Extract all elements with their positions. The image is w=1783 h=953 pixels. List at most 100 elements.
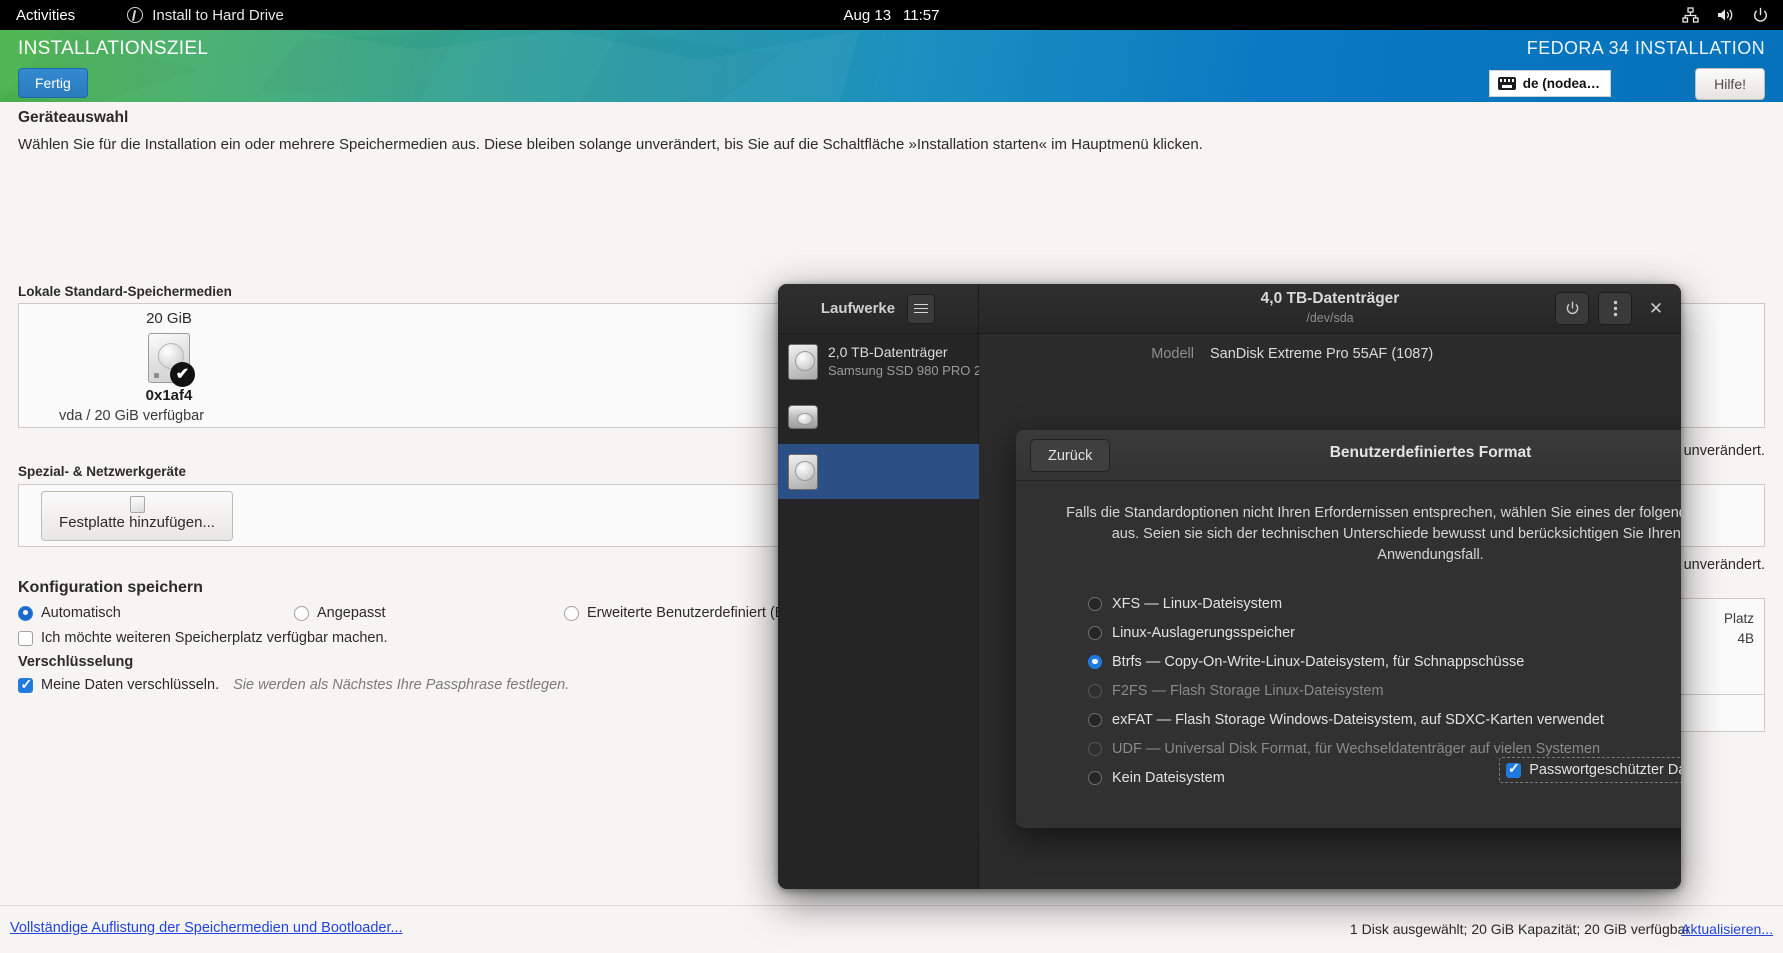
radio-advanced-custom[interactable]: Erweiterte Benutzerdefiniert (Bliv — [564, 605, 798, 621]
option-no-filesystem-indicator — [1088, 770, 1102, 785]
option-no-filesystem-label: Kein Dateisystem — [1112, 769, 1225, 786]
hard-disk-icon — [788, 453, 818, 490]
option-xfs-indicator — [1088, 596, 1102, 611]
checkbox-encrypt[interactable]: Meine Daten verschlüsseln. Sie werden al… — [18, 676, 570, 693]
anaconda-icon — [127, 7, 144, 23]
option-linux-swap[interactable]: Linux-Auslagerungsspeicher — [1088, 618, 1604, 647]
disks-headerbar: Laufwerke 4,0 TB-Datenträger /dev/sda ✕ — [778, 284, 1681, 334]
keyboard-icon — [1497, 77, 1516, 90]
local-disks-label: Lokale Standard-Speichermedien — [18, 284, 232, 299]
system-status-area[interactable] — [1682, 7, 1769, 24]
option-xfs[interactable]: XFS — Linux-Dateisystem — [1088, 589, 1604, 618]
drive-model-row: Modell SanDisk Extreme Pro 55AF (1087) — [979, 346, 1681, 362]
radio-custom-indicator — [294, 605, 309, 621]
special-devices-label: Spezial- & Netzwerkgeräte — [18, 464, 187, 479]
refresh-link[interactable]: Aktualisieren... — [1681, 921, 1773, 937]
checkbox-encrypt-label: Meine Daten verschlüsseln. — [41, 677, 220, 693]
option-linux-swap-indicator — [1088, 625, 1102, 640]
radio-advanced-custom-indicator — [564, 605, 579, 621]
option-exfat[interactable]: exFAT — Flash Storage Windows-Dateisyste… — [1088, 705, 1604, 734]
right-panel-line-1: Platz — [1723, 611, 1754, 626]
kebab-menu-icon[interactable] — [1598, 292, 1632, 325]
spoke-header: INSTALLATIONSZIEL Fertig FEDORA 34 INSTA… — [0, 30, 1783, 102]
app-menu-label: Install to Hard Drive — [152, 6, 284, 24]
add-disk-label: Festplatte hinzufügen... — [59, 514, 215, 531]
add-disk-icon — [129, 496, 145, 513]
hard-disk-icon — [788, 343, 818, 380]
optical-drive-icon — [788, 404, 818, 429]
disks-sidebar-title: Laufwerke — [820, 300, 896, 317]
keyboard-layout-indicator[interactable]: de (nodea… — [1488, 70, 1611, 97]
screen-root: Activities Install to Hard Drive Aug 13 … — [0, 0, 1783, 953]
radio-automatic[interactable]: Automatisch — [18, 605, 121, 621]
hamburger-icon[interactable] — [907, 293, 936, 324]
done-button[interactable]: Fertig — [18, 68, 88, 98]
format-dialog-title: Benutzerdefiniertes Format — [1329, 444, 1532, 461]
encrypt-hint: Sie werden als Nächstes Ihre Passphrase … — [233, 677, 570, 693]
power-icon[interactable] — [1752, 7, 1769, 24]
gnome-disks-window: Laufwerke 4,0 TB-Datenträger /dev/sda ✕ … — [778, 284, 1681, 889]
storage-config-label: Konfiguration speichern — [18, 579, 203, 596]
gnome-top-bar: Activities Install to Hard Drive Aug 13 … — [0, 0, 1783, 30]
checkbox-free-space[interactable]: Ich möchte weiteren Speicherplatz verfüg… — [18, 630, 388, 646]
volume-icon[interactable] — [1716, 7, 1735, 23]
disks-header-buttons: ✕ — [1555, 292, 1671, 325]
option-linux-swap-label: Linux-Auslagerungsspeicher — [1112, 624, 1295, 641]
disks-detail-pane: Modell SanDisk Extreme Pro 55AF (1087) Z… — [979, 334, 1681, 889]
close-icon[interactable]: ✕ — [1641, 294, 1671, 324]
keyboard-layout-label: de (nodea… — [1522, 76, 1600, 91]
activities-button[interactable]: Activities — [16, 7, 75, 24]
luks-checkbox-label: Passwortgeschützter Datenträger (LUKS) — [1529, 762, 1681, 778]
radio-automatic-label: Automatisch — [41, 605, 121, 621]
selection-summary: 1 Disk ausgewählt; 20 GiB Kapazität; 20 … — [1349, 921, 1690, 937]
list-item[interactable]: 2,0 TB-Datenträger Samsung SSD 980 PRO 2… — [778, 334, 998, 389]
disk-capacity: 20 GiB — [146, 310, 192, 327]
hard-disk-icon: ✔ — [145, 333, 195, 387]
option-f2fs-label: F2FS — Flash Storage Linux-Dateisystem — [1112, 682, 1384, 699]
disk-tile-vda[interactable]: 20 GiB ✔ 0x1af4 — [79, 310, 259, 404]
option-f2fs-indicator — [1088, 683, 1102, 698]
product-label: FEDORA 34 INSTALLATION — [1526, 38, 1765, 58]
option-xfs-label: XFS — Linux-Dateisystem — [1112, 595, 1283, 612]
drive-model-value: SanDisk Extreme Pro 55AF (1087) — [1210, 346, 1434, 362]
power-icon[interactable] — [1555, 292, 1589, 325]
custom-format-dialog: Zurück Benutzerdefiniertes Format Weiter… — [1016, 430, 1681, 828]
luks-checkbox-indicator — [1506, 760, 1522, 778]
option-udf-label: UDF — Universal Disk Format, für Wechsel… — [1112, 740, 1601, 757]
option-udf-indicator — [1088, 741, 1102, 756]
disk-model-name: 0x1af4 — [145, 387, 193, 404]
option-exfat-indicator — [1088, 712, 1102, 727]
radio-custom[interactable]: Angepasst — [294, 605, 386, 621]
disk-selected-check-icon: ✔ — [170, 362, 195, 387]
network-icon[interactable] — [1682, 7, 1699, 23]
option-btrfs[interactable]: Btrfs — Copy-On-Write-Linux-Dateisystem,… — [1088, 647, 1604, 676]
checkbox-free-space-label: Ich möchte weiteren Speicherplatz verfüg… — [41, 630, 388, 646]
disk-meta: vda / 20 GiB verfügbar — [59, 408, 205, 424]
list-item[interactable] — [778, 389, 979, 444]
right-note-2: n unverändert. — [1671, 557, 1765, 573]
device-selection-description: Wählen Sie für die Installation ein oder… — [18, 136, 1203, 153]
drive-title: 2,0 TB-Datenträger — [828, 343, 948, 360]
disks-main-header: 4,0 TB-Datenträger /dev/sda ✕ — [979, 284, 1681, 333]
right-note-1: n unverändert. — [1671, 443, 1765, 459]
format-dialog-description: Falls die Standardoptionen nicht Ihren E… — [1066, 505, 1681, 564]
option-btrfs-label: Btrfs — Copy-On-Write-Linux-Dateisystem,… — [1112, 653, 1525, 670]
page-title: INSTALLATIONSZIEL — [18, 38, 209, 59]
disks-sidebar-header: Laufwerke — [778, 284, 979, 333]
checkbox-free-space-indicator — [18, 630, 33, 646]
clock-time: 11:57 — [903, 6, 940, 24]
radio-custom-label: Angepasst — [317, 605, 386, 621]
app-menu-button[interactable]: Install to Hard Drive — [127, 7, 284, 24]
format-dialog-body: Falls die Standardoptionen nicht Ihren E… — [1016, 481, 1681, 828]
drive-model-key: Modell — [1151, 346, 1194, 362]
clock-button[interactable]: Aug 13 11:57 — [844, 7, 940, 24]
drive-subtitle: Samsung SSD 980 PRO 2TB — [828, 362, 998, 378]
disks-drive-list: 2,0 TB-Datenträger Samsung SSD 980 PRO 2… — [778, 334, 998, 889]
add-disk-button[interactable]: Festplatte hinzufügen... — [41, 491, 233, 541]
help-button[interactable]: Hilfe! — [1695, 68, 1765, 100]
full-disk-summary-link[interactable]: Vollständige Auflistung der Speichermedi… — [10, 920, 403, 936]
option-exfat-label: exFAT — Flash Storage Windows-Dateisyste… — [1112, 711, 1604, 728]
encryption-label: Verschlüsselung — [18, 654, 134, 670]
list-item[interactable] — [778, 444, 979, 499]
luks-checkbox[interactable]: Passwortgeschützter Datenträger (LUKS) — [1499, 757, 1681, 783]
